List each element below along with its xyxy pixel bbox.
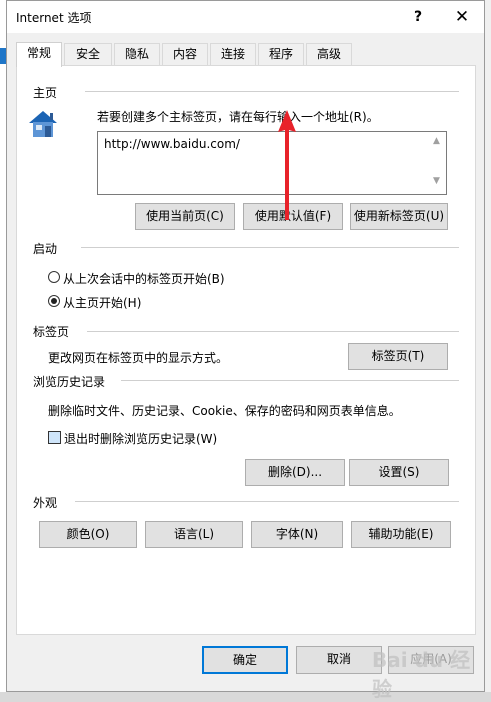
tab-programs[interactable]: 程序 [258, 43, 304, 65]
startup-section-title: 启动 [33, 242, 58, 256]
accessibility-button[interactable]: 辅助功能(E) [351, 521, 451, 548]
delete-on-exit-checkbox[interactable] [48, 431, 61, 444]
tab-connections[interactable]: 连接 [210, 43, 256, 65]
history-settings-button[interactable]: 设置(S) [349, 459, 449, 486]
history-separator [121, 380, 459, 381]
help-button[interactable]: ? [403, 5, 433, 29]
scroll-up-icon[interactable]: ▲ [433, 136, 440, 146]
tab-advanced[interactable]: 高级 [306, 43, 352, 65]
watermark: Bai du 经验 [372, 648, 471, 701]
languages-button[interactable]: 语言(L) [145, 521, 243, 548]
tab-general[interactable]: 常规 [16, 42, 62, 67]
appearance-section-title: 外观 [33, 496, 58, 510]
homepage-separator [85, 91, 459, 92]
homepage-section-title: 主页 [33, 86, 58, 100]
homepage-instruction: 若要创建多个主标签页，请在每行输入一个地址(R)。 [97, 110, 379, 124]
internet-options-dialog: Internet 选项 ? ✕ 常规 安全 隐私 内容 连接 程序 高级 主页 … [6, 0, 485, 701]
label-homepage[interactable]: 从主页开始(H) [63, 294, 141, 311]
homepage-url-value: http://www.baidu.com/ [104, 137, 240, 151]
radio-homepage[interactable] [48, 295, 60, 307]
cancel-button[interactable]: 取消 [296, 646, 382, 674]
startup-separator [81, 247, 459, 248]
appearance-separator [75, 501, 459, 502]
window-title: Internet 选项 [16, 11, 92, 25]
label-last-session[interactable]: 从上次会话中的标签页开始(B) [63, 270, 225, 287]
tabs-description: 更改网页在标签页中的显示方式。 [48, 351, 229, 365]
tab-privacy[interactable]: 隐私 [114, 43, 160, 65]
delete-history-button[interactable]: 删除(D)... [245, 459, 345, 486]
background-window-right [485, 0, 491, 692]
house-icon [29, 111, 57, 137]
use-current-button[interactable]: 使用当前页(C) [135, 203, 235, 230]
close-button[interactable]: ✕ [447, 5, 477, 29]
scroll-down-icon[interactable]: ▼ [433, 176, 440, 186]
ok-button[interactable]: 确定 [202, 646, 288, 674]
general-tab-panel: 主页 若要创建多个主标签页，请在每行输入一个地址(R)。 http://www.… [16, 65, 476, 635]
history-section-title: 浏览历史记录 [33, 375, 106, 389]
red-arrow-annotation [278, 110, 296, 220]
tabs-section-title: 标签页 [33, 325, 70, 339]
tab-security[interactable]: 安全 [64, 43, 112, 65]
colors-button[interactable]: 颜色(O) [39, 521, 137, 548]
tabs-button[interactable]: 标签页(T) [348, 343, 448, 370]
delete-on-exit-label[interactable]: 退出时删除浏览历史记录(W) [64, 430, 217, 447]
history-description: 删除临时文件、历史记录、Cookie、保存的密码和网页表单信息。 [48, 404, 401, 418]
textarea-scrollbar[interactable]: ▲ ▼ [430, 132, 446, 194]
tabs-separator [87, 331, 459, 332]
use-new-tab-button[interactable]: 使用新标签页(U) [350, 203, 448, 230]
fonts-button[interactable]: 字体(N) [251, 521, 343, 548]
tab-content[interactable]: 内容 [162, 43, 208, 65]
radio-last-session[interactable] [48, 271, 60, 283]
title-bar: Internet 选项 ? ✕ [7, 1, 484, 33]
